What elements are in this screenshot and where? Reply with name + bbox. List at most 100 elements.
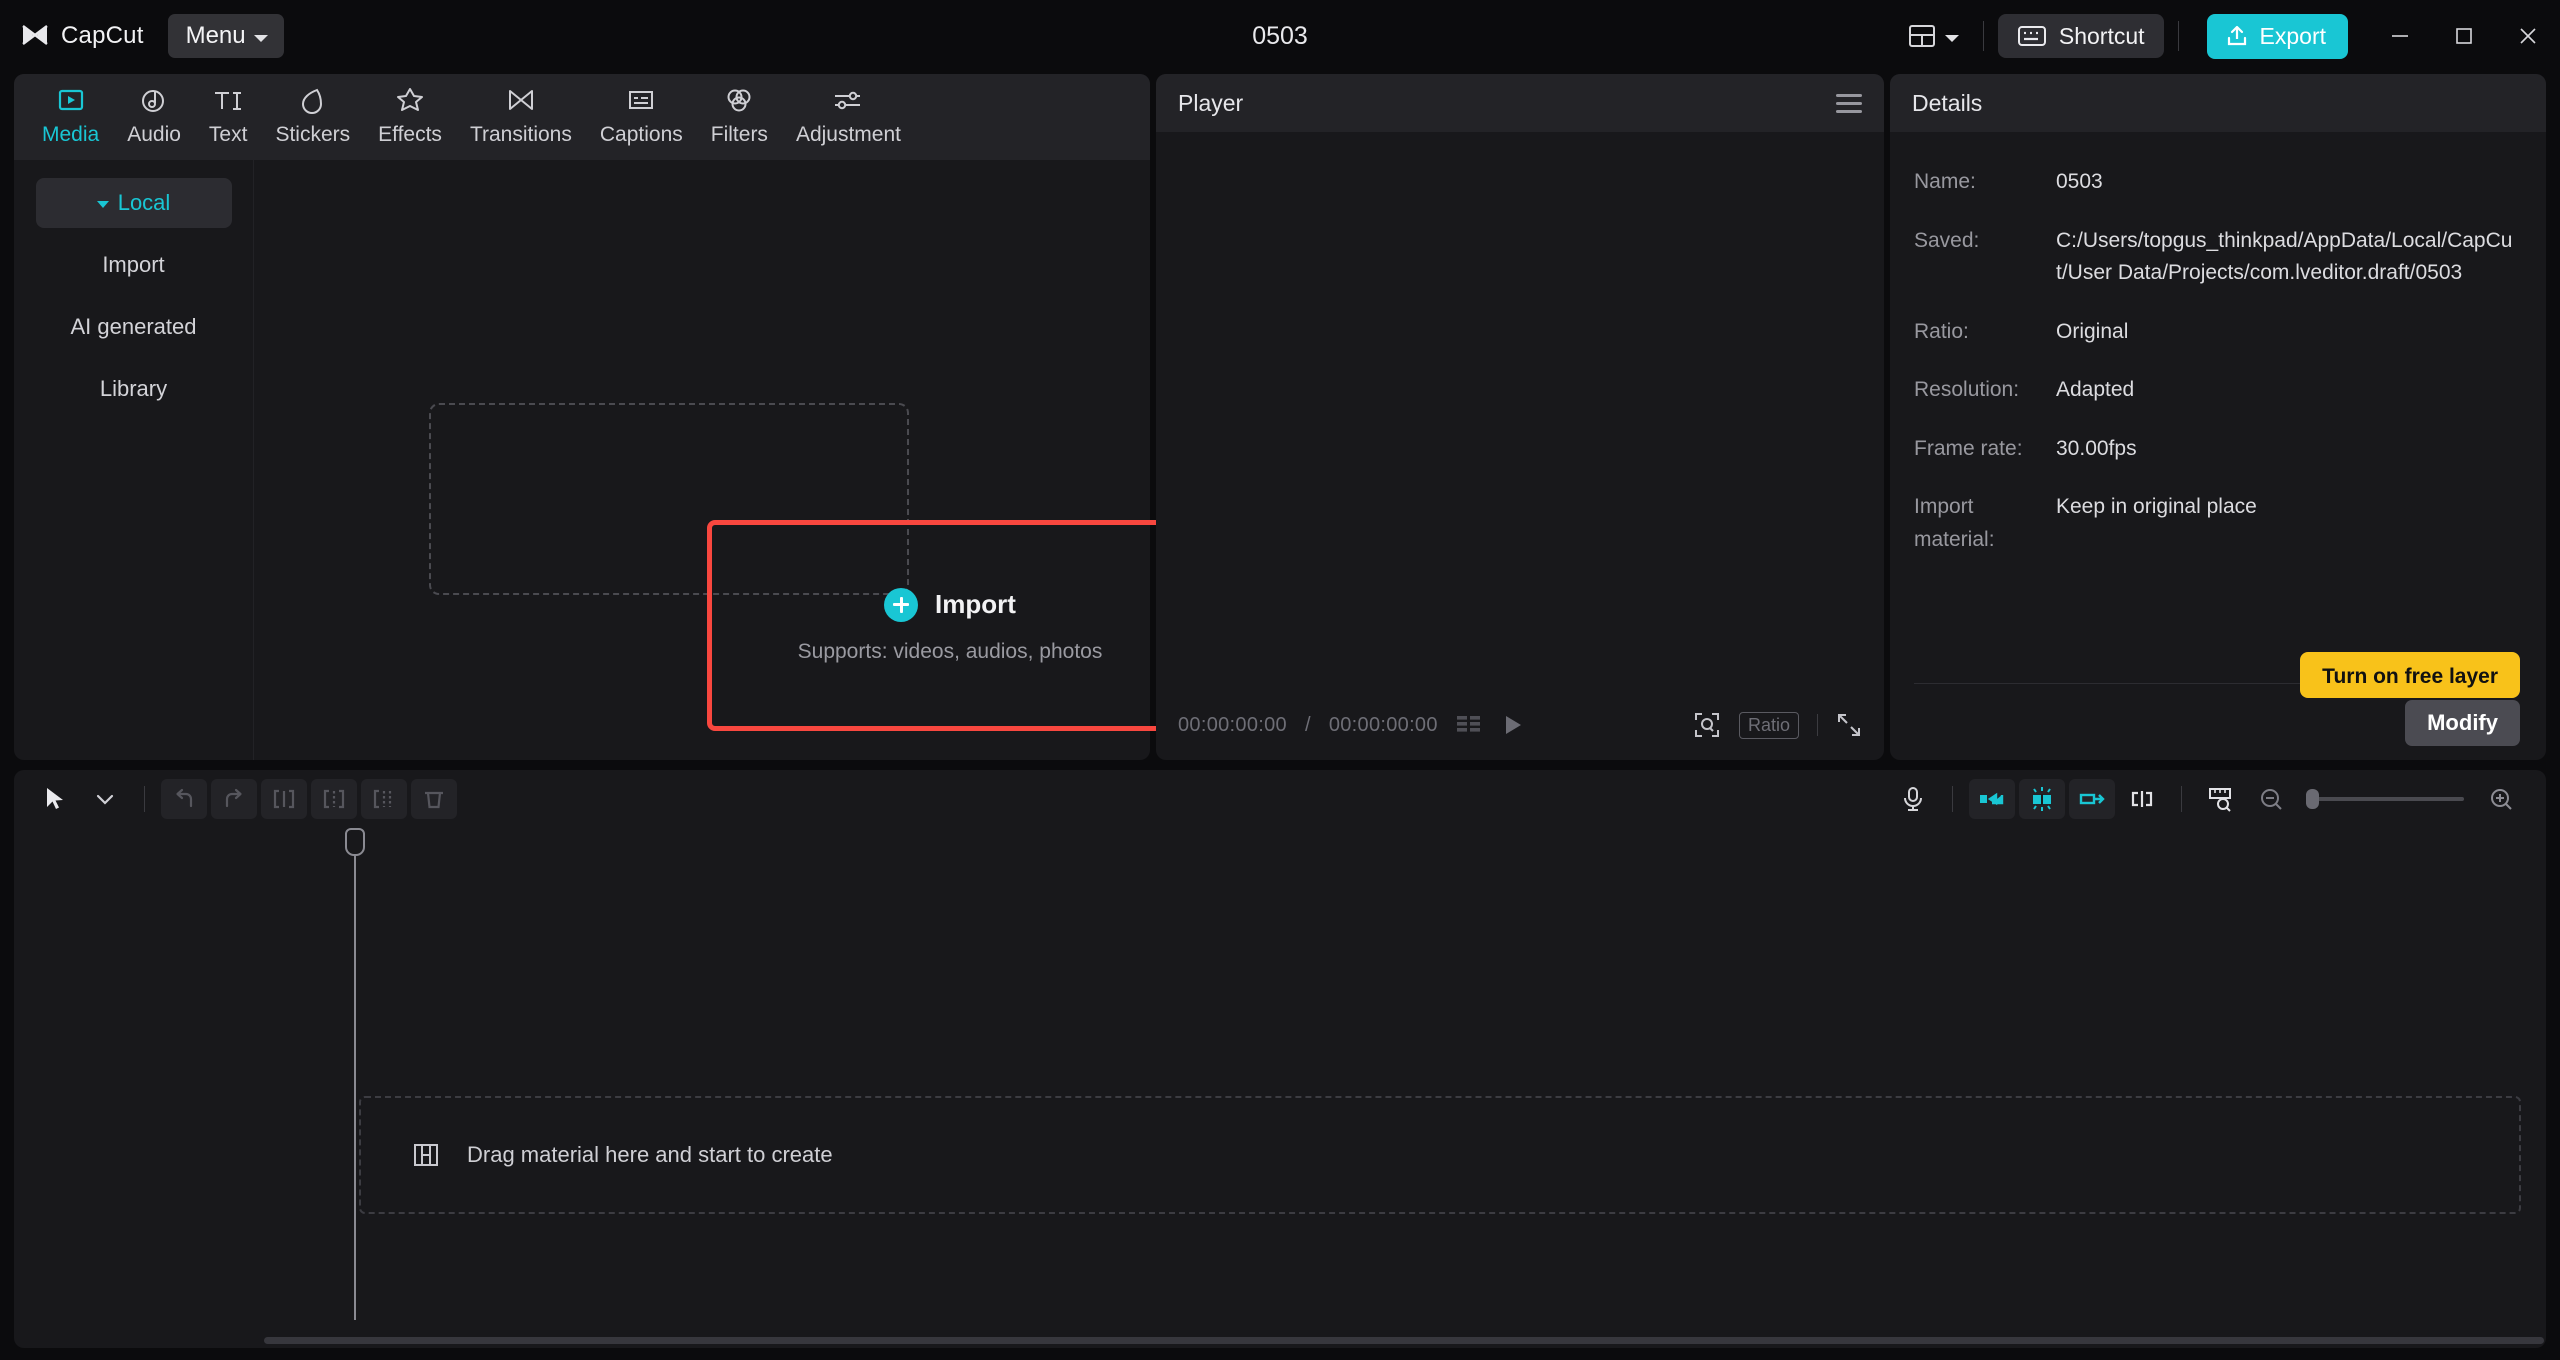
import-button[interactable]: Import Supports: videos, audios, photos (707, 520, 1193, 731)
player-title: Player (1178, 89, 1244, 116)
fullscreen-icon[interactable] (1836, 712, 1862, 738)
tab-filters[interactable]: Filters (697, 74, 782, 147)
keyframe-icon[interactable] (2119, 779, 2165, 819)
select-arrow-icon[interactable] (32, 779, 78, 819)
redo-icon[interactable] (211, 779, 257, 819)
auto-snap-icon[interactable] (2019, 779, 2065, 819)
tab-captions[interactable]: Captions (586, 74, 697, 147)
details-value: Original (2056, 319, 2129, 343)
tab-text[interactable]: Text (195, 74, 262, 147)
maximize-button[interactable] (2432, 0, 2496, 72)
tool-dropdown-caret-icon[interactable] (82, 779, 128, 819)
divider (1817, 714, 1818, 736)
details-value: C:/Users/topgus_thinkpad/AppData/Local/C… (2056, 228, 2513, 285)
details-header: Details (1890, 74, 2546, 132)
filmstrip-icon (411, 1141, 441, 1169)
media-panel: Media Audio Text Stickers Effects Transi… (14, 74, 1193, 760)
details-panel: Details Name: 0503 Saved: C:/Users/topgu… (1890, 74, 2546, 760)
tab-label: Text (208, 123, 248, 146)
sidebar-item-label: Library (99, 376, 168, 401)
playhead[interactable] (345, 828, 365, 1320)
tab-label: Effects (378, 123, 442, 146)
ruler-zoom-icon[interactable] (2198, 779, 2244, 819)
details-row-resolution: Resolution: Adapted (1914, 374, 2516, 407)
player-header: Player (1156, 74, 1884, 132)
export-button[interactable]: Export (2206, 13, 2348, 59)
titlebar-actions: Shortcut Export (1898, 0, 2560, 72)
tab-label: Filters (710, 123, 768, 146)
effects-star-icon (395, 84, 425, 116)
details-row-ratio: Ratio: Original (1914, 316, 2516, 349)
timeline-drop-hint: Drag material here and start to create (467, 1142, 833, 1167)
undo-icon[interactable] (161, 779, 207, 819)
zoom-fit-icon[interactable] (1693, 711, 1721, 739)
import-row: Import (884, 587, 1016, 622)
sidebar-item-label: Import (102, 252, 165, 277)
timeline-drop-track[interactable]: Drag material here and start to create (359, 1096, 2521, 1214)
microphone-icon[interactable] (1890, 779, 1936, 819)
details-value: 30.00fps (2056, 436, 2137, 460)
trim-right-icon[interactable] (361, 779, 407, 819)
tab-effects[interactable]: Effects (364, 74, 456, 147)
menu-button-label: Menu (185, 22, 246, 49)
export-button-label: Export (2259, 22, 2326, 49)
sidebar-item-local[interactable]: Local (35, 178, 232, 228)
details-row-framerate: Frame rate: 30.00fps (1914, 433, 2516, 466)
tab-stickers[interactable]: Stickers (261, 74, 364, 147)
turn-on-free-layer-button[interactable]: Turn on free layer (2300, 652, 2520, 698)
tab-adjustment[interactable]: Adjustment (782, 74, 915, 147)
divider (2177, 21, 2179, 51)
close-button[interactable] (2496, 0, 2560, 72)
layout-grid-icon (1908, 23, 1936, 49)
filters-circles-icon (724, 84, 754, 116)
details-label: Saved: (1914, 228, 1980, 252)
zoom-slider-handle[interactable] (2306, 789, 2319, 809)
minimize-button[interactable] (2368, 0, 2432, 72)
tab-label: Media (42, 123, 100, 146)
details-label: Import material: (1914, 495, 1995, 551)
total-time: 00:00:00:00 (1328, 713, 1438, 736)
sidebar-item-label: AI generated (70, 314, 197, 339)
modify-button[interactable]: Modify (2405, 700, 2520, 746)
tab-transitions[interactable]: Transitions (456, 74, 586, 147)
delete-icon[interactable] (411, 779, 457, 819)
timeline-tracks-area[interactable]: Drag material here and start to create (14, 828, 2546, 1348)
sidebar-item-import[interactable]: Import (36, 240, 232, 290)
mirror-right-icon[interactable] (2069, 779, 2115, 819)
details-label: Ratio: (1914, 319, 1969, 343)
playhead-handle[interactable] (345, 828, 365, 856)
details-label: Resolution: (1914, 378, 2020, 402)
timeline-horizontal-scrollbar[interactable] (264, 1337, 2544, 1344)
zoom-slider[interactable] (2306, 789, 2464, 809)
divider (1982, 21, 1984, 51)
media-play-icon (56, 84, 86, 116)
layout-button[interactable] (1898, 15, 1969, 57)
transitions-bowtie-icon (506, 84, 536, 116)
export-upload-icon (2225, 24, 2249, 48)
split-icon[interactable] (261, 779, 307, 819)
shortcut-button[interactable]: Shortcut (1997, 14, 2164, 58)
tab-label: Audio (127, 123, 181, 146)
media-sidebar: Local Import AI generated Library (14, 160, 254, 760)
captions-box-icon (626, 84, 656, 116)
zoom-in-icon[interactable] (2478, 779, 2524, 819)
frames-grid-icon[interactable] (1456, 713, 1482, 737)
details-value: Adapted (2056, 378, 2135, 402)
mirror-left-icon[interactable] (1969, 779, 2015, 819)
brand-name: CapCut (61, 22, 144, 49)
tab-audio[interactable]: Audio (113, 74, 195, 147)
zoom-out-icon[interactable] (2248, 779, 2294, 819)
play-button[interactable] (1500, 712, 1526, 738)
player-stage[interactable] (1156, 132, 1884, 690)
trim-left-icon[interactable] (311, 779, 357, 819)
hamburger-icon[interactable] (1836, 93, 1862, 113)
plus-circle-icon (884, 587, 919, 622)
details-row-import-material: Import material: Keep in original place (1914, 491, 2516, 556)
sidebar-item-library[interactable]: Library (36, 364, 232, 414)
shortcut-button-label: Shortcut (2058, 22, 2145, 49)
details-label: Name: (1914, 170, 1976, 193)
sidebar-item-ai-generated[interactable]: AI generated (36, 302, 232, 352)
menu-button[interactable]: Menu (167, 14, 284, 58)
tab-media[interactable]: Media (28, 74, 113, 147)
ratio-button[interactable]: Ratio (1738, 711, 1799, 739)
